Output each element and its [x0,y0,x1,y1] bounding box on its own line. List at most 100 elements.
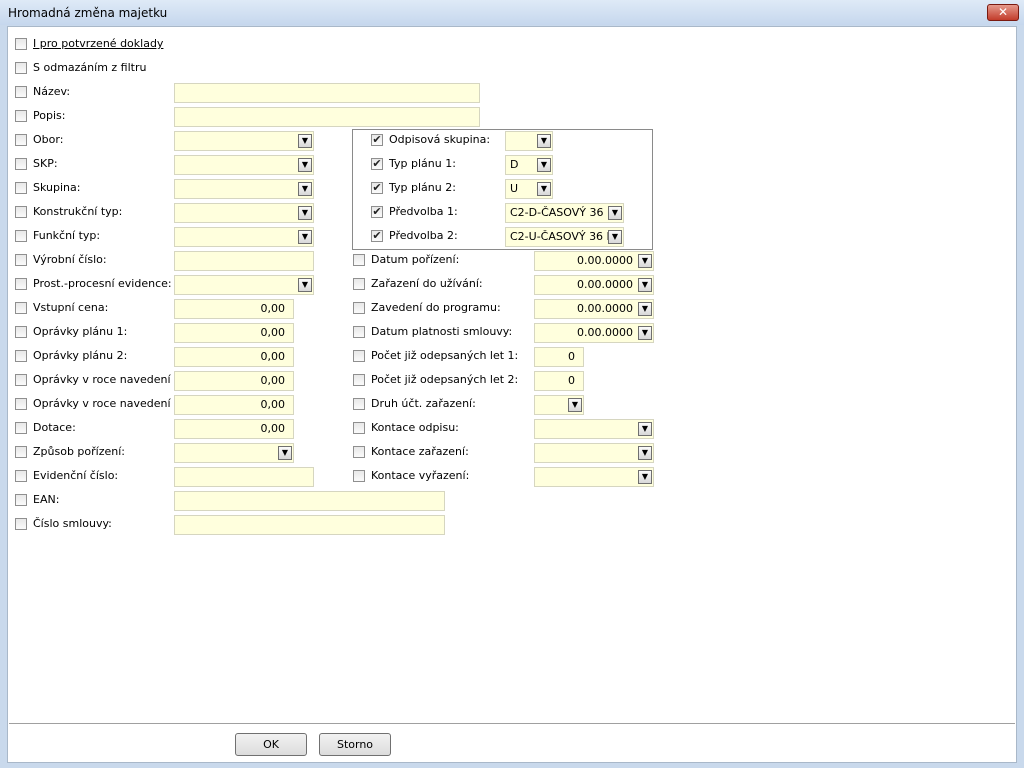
chevron-down-icon[interactable]: ▼ [638,422,652,436]
funkcni-typ-select[interactable]: ▼ [174,227,314,247]
chevron-down-icon[interactable]: ▼ [537,134,551,148]
close-button[interactable]: ✕ [987,4,1019,21]
konstrukcni-typ-select[interactable]: ▼ [174,203,314,223]
funkcni-typ-checkbox[interactable] [15,230,27,242]
opravky-roce-2-checkbox[interactable] [15,398,27,410]
opravky-planu-2-checkbox[interactable] [15,350,27,362]
skupina-checkbox[interactable] [15,182,27,194]
predvolba-2-checkbox[interactable]: ✔ [371,230,383,242]
kontace-odpisu-checkbox[interactable] [353,422,365,434]
prost-procesni-select[interactable]: ▼ [174,275,314,295]
zarazeni-uzivani-checkbox[interactable] [353,278,365,290]
ean-input[interactable] [174,491,445,511]
cislo-smlouvy-checkbox[interactable] [15,518,27,530]
chevron-down-icon[interactable]: ▼ [638,278,652,292]
kontace-vyrazeni-checkbox[interactable] [353,470,365,482]
typ-planu-2-checkbox[interactable]: ✔ [371,182,383,194]
filter-discard-checkbox[interactable] [15,62,27,74]
skp-select[interactable]: ▼ [174,155,314,175]
popis-checkbox[interactable] [15,110,27,122]
typ-planu-1-checkbox[interactable]: ✔ [371,158,383,170]
druh-uct-checkbox[interactable] [353,398,365,410]
typ-planu-1-select[interactable]: D ▼ [505,155,553,175]
only-confirmed-checkbox[interactable] [15,38,27,50]
evidencni-cislo-checkbox[interactable] [15,470,27,482]
predvolba-2-value: C2-U-ČASOVÝ 36 M [510,230,617,243]
pocet-let-1-input[interactable]: 0 [534,347,584,367]
datum-porizeni-checkbox[interactable] [353,254,365,266]
chevron-down-icon[interactable]: ▼ [568,398,582,412]
chevron-down-icon[interactable]: ▼ [638,446,652,460]
chevron-down-icon[interactable]: ▼ [638,470,652,484]
typ-planu-2-select[interactable]: U ▼ [505,179,553,199]
prost-procesni-checkbox[interactable] [15,278,27,290]
ean-checkbox[interactable] [15,494,27,506]
ok-button[interactable]: OK [235,733,307,756]
skupina-select[interactable]: ▼ [174,179,314,199]
window-title: Hromadná změna majetku [8,6,168,20]
datum-porizeni-select[interactable]: 0.00.0000 ▼ [534,251,654,271]
pocet-let-2-checkbox[interactable] [353,374,365,386]
cancel-button[interactable]: Storno [319,733,391,756]
chevron-down-icon[interactable]: ▼ [537,182,551,196]
chevron-down-icon[interactable]: ▼ [638,326,652,340]
chevron-down-icon[interactable]: ▼ [537,158,551,172]
predvolba-1-value: C2-D-ČASOVÝ 36 M [510,206,617,219]
opravky-roce-1-checkbox[interactable] [15,374,27,386]
odpisova-skupina-select[interactable]: ▼ [505,131,553,151]
filter-discard-label: S odmazáním z filtru [33,61,147,74]
kontace-zarazeni-checkbox[interactable] [353,446,365,458]
vyrobni-cislo-checkbox[interactable] [15,254,27,266]
chevron-down-icon[interactable]: ▼ [298,182,312,196]
predvolba-1-select[interactable]: C2-D-ČASOVÝ 36 M ▼ [505,203,624,223]
zavedeni-programu-select[interactable]: 0.00.0000 ▼ [534,299,654,319]
opravky-planu-2-label: Oprávky plánu 2: [33,349,128,362]
datum-platnosti-select[interactable]: 0.00.0000 ▼ [534,323,654,343]
nazev-checkbox[interactable] [15,86,27,98]
opravky-planu-1-checkbox[interactable] [15,326,27,338]
cislo-smlouvy-label: Číslo smlouvy: [33,517,112,530]
predvolba-1-checkbox[interactable]: ✔ [371,206,383,218]
dotace-input[interactable]: 0,00 [174,419,294,439]
popis-input[interactable] [174,107,480,127]
skp-checkbox[interactable] [15,158,27,170]
cislo-smlouvy-input[interactable] [174,515,445,535]
chevron-down-icon[interactable]: ▼ [298,206,312,220]
pocet-let-1-checkbox[interactable] [353,350,365,362]
opravky-planu-1-input[interactable]: 0,00 [174,323,294,343]
druh-uct-select[interactable]: ▼ [534,395,584,415]
opravky-planu-2-input[interactable]: 0,00 [174,347,294,367]
predvolba-2-select[interactable]: C2-U-ČASOVÝ 36 M ▼ [505,227,624,247]
vstupni-cena-checkbox[interactable] [15,302,27,314]
nazev-input[interactable] [174,83,480,103]
vstupni-cena-input[interactable]: 0,00 [174,299,294,319]
chevron-down-icon[interactable]: ▼ [608,206,622,220]
chevron-down-icon[interactable]: ▼ [298,230,312,244]
datum-platnosti-checkbox[interactable] [353,326,365,338]
kontace-odpisu-select[interactable]: ▼ [534,419,654,439]
konstrukcni-typ-checkbox[interactable] [15,206,27,218]
zarazeni-uzivani-select[interactable]: 0.00.0000 ▼ [534,275,654,295]
opravky-roce-2-input[interactable]: 0,00 [174,395,294,415]
chevron-down-icon[interactable]: ▼ [608,230,622,244]
zpusob-porizeni-checkbox[interactable] [15,446,27,458]
dotace-checkbox[interactable] [15,422,27,434]
obor-checkbox[interactable] [15,134,27,146]
odpisova-skupina-checkbox[interactable]: ✔ [371,134,383,146]
zavedeni-programu-checkbox[interactable] [353,302,365,314]
obor-select[interactable]: ▼ [174,131,314,151]
chevron-down-icon[interactable]: ▼ [298,158,312,172]
popis-label: Popis: [33,109,66,122]
zpusob-porizeni-select[interactable]: ▼ [174,443,294,463]
chevron-down-icon[interactable]: ▼ [638,254,652,268]
kontace-zarazeni-select[interactable]: ▼ [534,443,654,463]
kontace-vyrazeni-select[interactable]: ▼ [534,467,654,487]
chevron-down-icon[interactable]: ▼ [298,134,312,148]
chevron-down-icon[interactable]: ▼ [278,446,292,460]
pocet-let-2-input[interactable]: 0 [534,371,584,391]
evidencni-cislo-input[interactable] [174,467,314,487]
opravky-roce-1-input[interactable]: 0,00 [174,371,294,391]
chevron-down-icon[interactable]: ▼ [638,302,652,316]
vyrobni-cislo-input[interactable] [174,251,314,271]
chevron-down-icon[interactable]: ▼ [298,278,312,292]
